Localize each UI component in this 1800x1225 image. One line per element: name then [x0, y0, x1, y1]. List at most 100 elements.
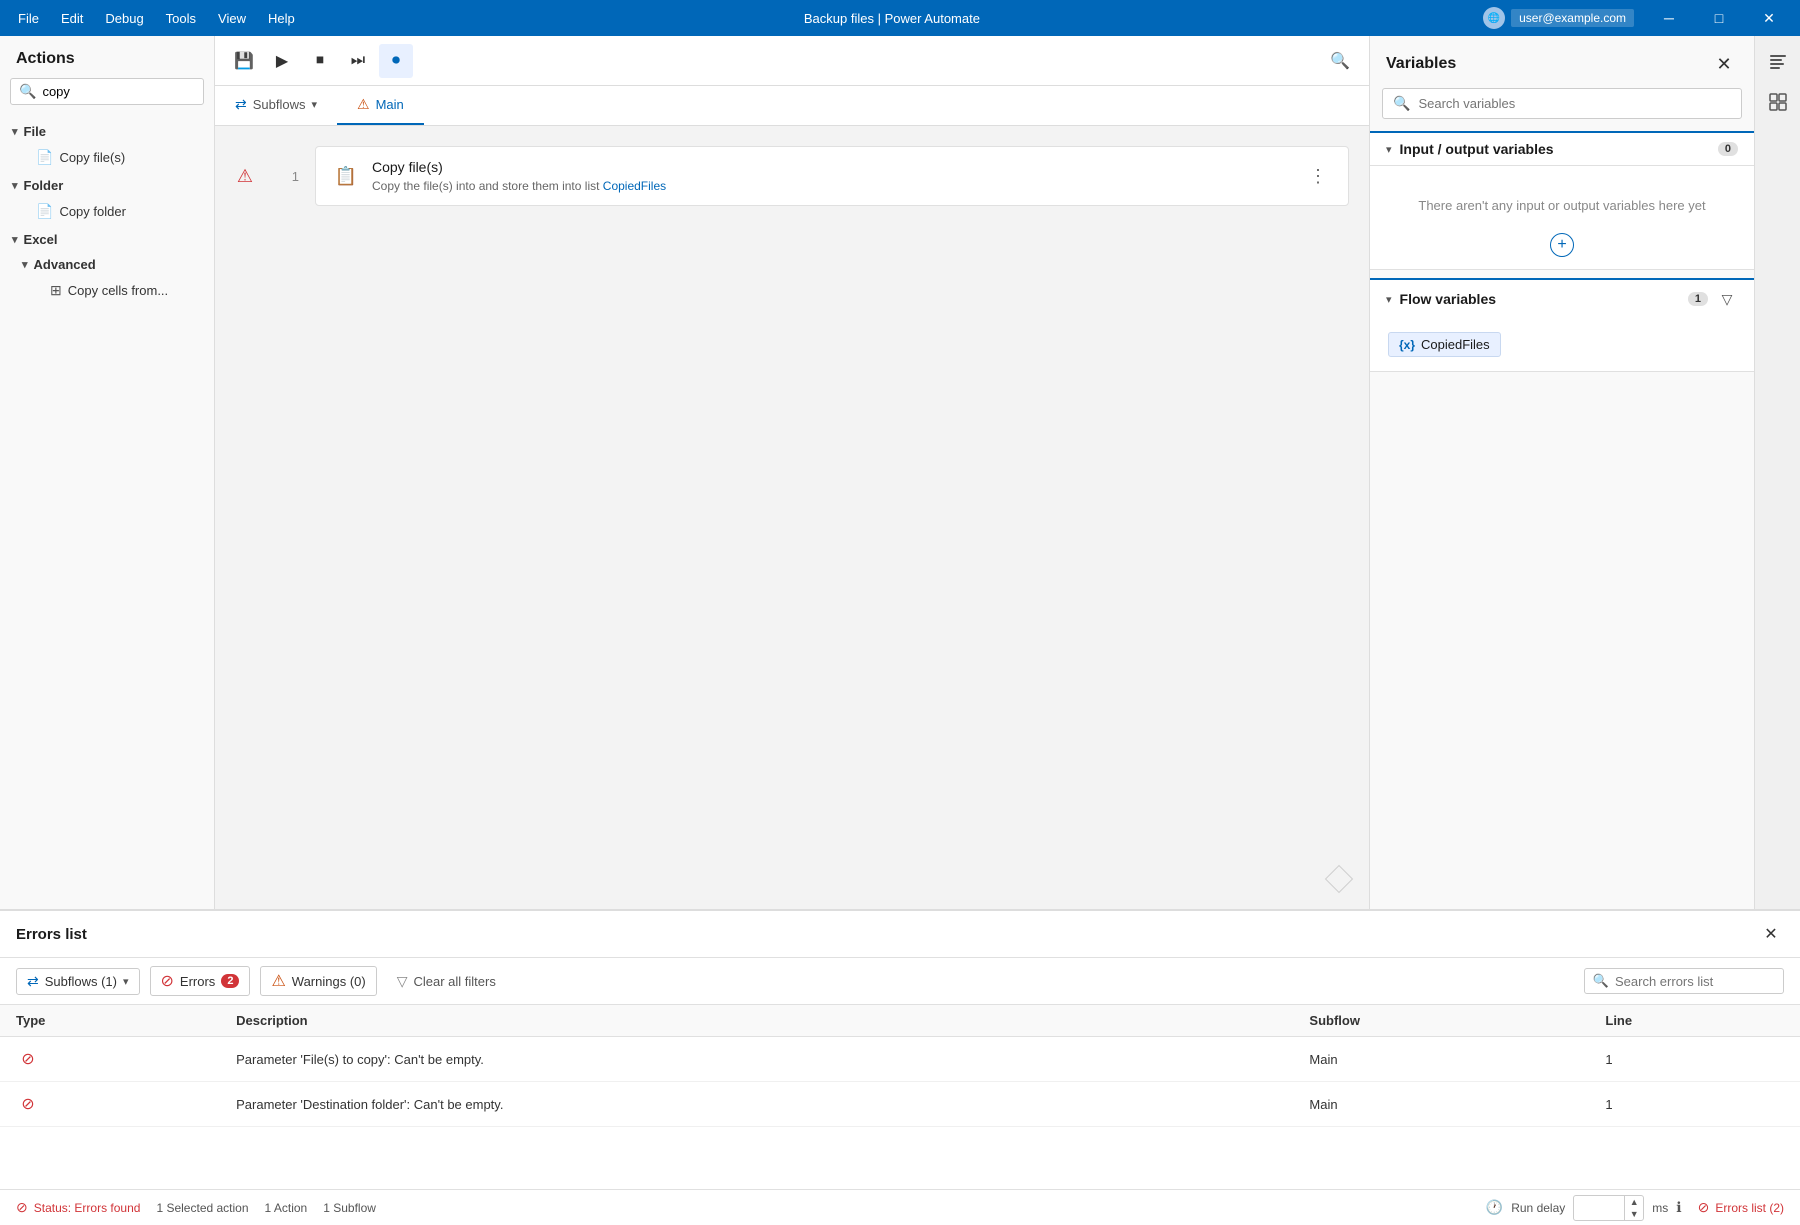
col-subflow: Subflow — [1293, 1005, 1589, 1037]
menu-file[interactable]: File — [8, 7, 49, 30]
tree-group-excel: ▾ Excel ▾ Advanced ⊞ Copy cells from... — [0, 227, 214, 304]
row2-subflow: Main — [1293, 1082, 1589, 1127]
menu-tools[interactable]: Tools — [156, 7, 206, 30]
menu-edit[interactable]: Edit — [51, 7, 93, 30]
skip-button[interactable]: ⏭ — [341, 44, 375, 78]
tree-group-folder-label: Folder — [24, 178, 64, 193]
table-row: ⊘ Parameter 'Destination folder': Can't … — [0, 1082, 1800, 1127]
subflows-filter-button[interactable]: ⇄ Subflows (1) ▾ — [16, 968, 140, 995]
status-error-icon: ⊘ — [16, 1199, 28, 1216]
editor-search-button[interactable]: 🔍 — [1323, 44, 1357, 78]
chevron-down-icon: ▾ — [311, 98, 317, 111]
excel-icon: ⊞ — [50, 282, 62, 299]
step-card-desc: Copy the file(s) into and store them int… — [372, 179, 1292, 193]
tree-group-excel-header[interactable]: ▾ Excel — [0, 227, 214, 252]
step-card-copy-files[interactable]: 📋 Copy file(s) Copy the file(s) into and… — [315, 146, 1349, 206]
tab-main[interactable]: ⚠ Main — [337, 86, 424, 125]
tree-item-copy-files[interactable]: 📄 Copy file(s) — [0, 144, 214, 171]
tree-group-folder: ▾ Folder 📄 Copy folder — [0, 173, 214, 225]
close-button[interactable]: ✕ — [1746, 0, 1792, 36]
input-output-section: ▾ Input / output variables 0 There aren'… — [1370, 131, 1754, 270]
errors-filter-button[interactable]: ⊘ Errors 2 — [150, 966, 251, 996]
tree-item-copy-cells-label: Copy cells from... — [68, 283, 168, 298]
step-card-more-menu[interactable]: ⋮ — [1304, 162, 1332, 190]
step-card-content: Copy file(s) Copy the file(s) into and s… — [372, 159, 1292, 193]
variables-close-button[interactable]: ✕ — [1710, 50, 1738, 78]
status-selected: 1 Selected action — [156, 1201, 248, 1215]
folder-icon: 📄 — [36, 203, 53, 220]
stop-button[interactable]: ⏹ — [303, 44, 337, 78]
tree-item-copy-folder[interactable]: 📄 Copy folder — [0, 198, 214, 225]
far-right-btn-2[interactable] — [1760, 84, 1796, 120]
account-name[interactable]: user@example.com — [1511, 9, 1634, 27]
actions-tree: ▾ File 📄 Copy file(s) ▾ Folder 📄 — [0, 115, 214, 909]
flow-variables-section: ▾ Flow variables 1 ▽ {x} CopiedFiles — [1370, 278, 1754, 372]
row2-description: Parameter 'Destination folder': Can't be… — [220, 1082, 1293, 1127]
warning-tab-icon: ⚠ — [357, 96, 370, 113]
errors-panel-header: Errors list ✕ — [0, 911, 1800, 958]
tree-group-folder-header[interactable]: ▾ Folder — [0, 173, 214, 198]
errors-search-input[interactable] — [1615, 974, 1775, 989]
menu-view[interactable]: View — [208, 7, 256, 30]
minimize-button[interactable]: ─ — [1646, 0, 1692, 36]
tree-item-copy-cells[interactable]: ⊞ Copy cells from... — [0, 277, 214, 304]
run-delay-info-icon: ℹ — [1676, 1199, 1681, 1216]
tree-group-file-header[interactable]: ▾ File — [0, 119, 214, 144]
actions-search-input[interactable] — [42, 84, 218, 99]
spin-down-button[interactable]: ▼ — [1625, 1208, 1643, 1220]
run-delay-value[interactable]: 100 — [1574, 1198, 1624, 1218]
status-action-count: 1 Action — [265, 1201, 308, 1215]
restore-button[interactable]: □ — [1696, 0, 1742, 36]
row1-line: 1 — [1589, 1037, 1800, 1082]
tab-main-label: Main — [376, 97, 404, 112]
add-variable-button[interactable]: + — [1386, 233, 1738, 257]
editor-panel: 💾 ▶ ⏹ ⏭ ⏺ 🔍 ⇄ Subflows ▾ ⚠ Main — [215, 36, 1369, 909]
menu-debug[interactable]: Debug — [95, 7, 153, 30]
errors-list-link[interactable]: ⊘ Errors list (2) — [1698, 1199, 1784, 1216]
account-avatar: 🌐 — [1483, 7, 1505, 29]
run-delay-input: 100 ▲ ▼ — [1573, 1195, 1644, 1221]
far-right-btn-1[interactable] — [1760, 44, 1796, 80]
menu-help[interactable]: Help — [258, 7, 305, 30]
status-text: Status: Errors found — [34, 1201, 141, 1215]
play-button[interactable]: ▶ — [265, 44, 299, 78]
clear-filters-button[interactable]: ▽ Clear all filters — [387, 969, 506, 994]
subflows-icon: ⇄ — [235, 96, 247, 113]
tab-subflows[interactable]: ⇄ Subflows ▾ — [215, 86, 337, 125]
selected-action-text: 1 Selected action — [156, 1201, 248, 1215]
input-output-section-header[interactable]: ▾ Input / output variables 0 — [1370, 131, 1754, 166]
variable-chip-copiedfiles[interactable]: {x} CopiedFiles — [1388, 332, 1501, 357]
flow-variables-header[interactable]: ▾ Flow variables 1 ▽ — [1370, 280, 1754, 318]
row2-line: 1 — [1589, 1082, 1800, 1127]
run-delay-unit: ms — [1652, 1201, 1668, 1215]
tree-subgroup-advanced-header[interactable]: ▾ Advanced — [0, 252, 214, 277]
variables-search-input[interactable] — [1418, 96, 1731, 111]
error-row2-icon: ⊘ — [16, 1092, 40, 1116]
record-button[interactable]: ⏺ — [379, 44, 413, 78]
action-count-text: 1 Action — [265, 1201, 308, 1215]
warnings-filter-button[interactable]: ⚠ Warnings (0) — [260, 966, 376, 996]
step-number: 1 — [271, 169, 299, 184]
flow-variables-count: 1 — [1688, 292, 1708, 306]
clear-filters-icon: ▽ — [397, 973, 408, 990]
subflow-count-text: 1 Subflow — [323, 1201, 376, 1215]
variables-icon — [1768, 52, 1788, 72]
add-circle-icon: + — [1550, 233, 1574, 257]
spin-up-button[interactable]: ▲ — [1625, 1196, 1643, 1208]
editor-tabs: ⇄ Subflows ▾ ⚠ Main — [215, 86, 1369, 126]
step-desc-text: Copy the file(s) into and store them int… — [372, 179, 603, 193]
file-icon: 📄 — [36, 149, 53, 166]
variables-header: Variables ✕ — [1370, 36, 1754, 88]
chevron-down-icon: ▾ — [12, 179, 18, 192]
tree-item-copy-folder-label: Copy folder — [59, 204, 125, 219]
status-error: ⊘ Status: Errors found — [16, 1199, 140, 1216]
errors-panel-close[interactable]: ✕ — [1758, 921, 1784, 947]
flow-canvas: ⚠ 1 📋 Copy file(s) Copy the file(s) into… — [215, 126, 1369, 909]
flow-variables-filter-icon[interactable]: ▽ — [1716, 288, 1738, 310]
clear-filters-label: Clear all filters — [414, 974, 496, 989]
run-delay-label: Run delay — [1511, 1201, 1565, 1215]
save-button[interactable]: 💾 — [227, 44, 261, 78]
actions-panel: Actions 🔍 ✕ ▾ File 📄 Copy file(s) — [0, 36, 215, 909]
input-output-empty-text: There aren't any input or output variabl… — [1386, 178, 1738, 221]
variables-search-box: 🔍 — [1382, 88, 1742, 119]
